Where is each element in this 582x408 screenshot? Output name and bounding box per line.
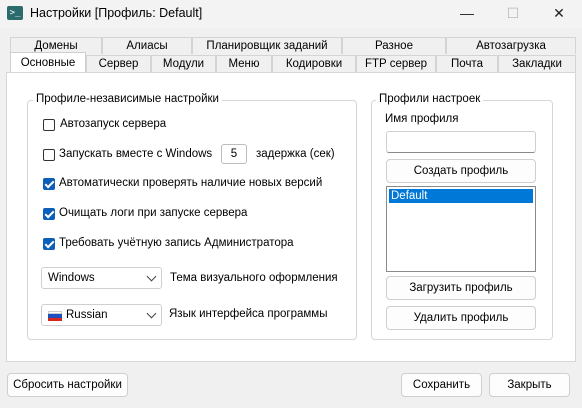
tab-modules[interactable]: Модули [151, 55, 216, 72]
minimize-button[interactable]: — [444, 0, 490, 28]
autostart-label: Автозапуск сервера [60, 118, 167, 130]
profile-name-input[interactable] [386, 131, 536, 153]
language-select[interactable]: Russian [41, 304, 162, 326]
tab-misc[interactable]: Разное [342, 37, 446, 54]
delay-input[interactable]: 5 [221, 144, 247, 164]
require-admin-label: Требовать учётную запись Администратора [59, 237, 294, 249]
tab-menu[interactable]: Меню [216, 55, 272, 72]
delete-profile-button[interactable]: Удалить профиль [386, 306, 536, 330]
start-with-windows-label: Запускать вместе с Windows [59, 148, 213, 160]
title-bar: >_ Настройки [Профиль: Default] — ☐ ✕ [0, 0, 582, 28]
theme-label: Тема визуального оформления [170, 272, 338, 284]
check-updates-checkbox[interactable] [43, 178, 55, 190]
tab-bookmarks[interactable]: Закладки [498, 55, 576, 72]
list-item[interactable]: Default [389, 189, 533, 203]
profile-name-label: Имя профиля [385, 113, 459, 125]
tab-aliases[interactable]: Алиасы [102, 37, 192, 54]
chevron-down-icon [146, 308, 157, 319]
start-with-windows-checkbox[interactable] [43, 149, 55, 161]
profiles-list[interactable]: Default [386, 186, 536, 272]
close-button[interactable]: Закрыть [489, 373, 570, 397]
clear-logs-checkbox[interactable] [43, 208, 55, 220]
close-window-button[interactable]: ✕ [536, 0, 582, 28]
language-label: Язык интерфейса программы [169, 308, 328, 320]
require-admin-checkbox[interactable] [43, 238, 55, 250]
chevron-down-icon [146, 271, 157, 282]
clear-logs-label: Очищать логи при запуске сервера [59, 207, 248, 219]
app-icon: >_ [7, 6, 23, 20]
delay-label: задержка (сек) [256, 148, 335, 160]
theme-select-value: Windows [48, 272, 95, 284]
tab-autoload[interactable]: Автозагрузка [446, 37, 576, 54]
check-updates-label: Автоматически проверять наличие новых ве… [59, 177, 323, 189]
general-settings-group-title: Профиле-независимые настройки [33, 93, 222, 105]
tab-encodings[interactable]: Кодировки [272, 55, 356, 72]
window-title: Настройки [Профиль: Default] [30, 6, 203, 20]
theme-select[interactable]: Windows [41, 267, 162, 289]
russia-flag-icon [48, 311, 62, 321]
reset-settings-button[interactable]: Сбросить настройки [7, 373, 128, 397]
tab-mail[interactable]: Почта [436, 55, 498, 72]
autostart-checkbox[interactable] [43, 119, 55, 131]
tab-general[interactable]: Основные [10, 52, 86, 72]
save-button[interactable]: Сохранить [401, 373, 482, 397]
load-profile-button[interactable]: Загрузить профиль [386, 276, 536, 300]
tab-scheduler[interactable]: Планировщик заданий [192, 37, 342, 54]
create-profile-button[interactable]: Создать профиль [386, 159, 536, 183]
language-select-value: Russian [66, 309, 108, 321]
tab-server[interactable]: Сервер [86, 55, 151, 72]
tab-ftp-server[interactable]: FTP сервер [356, 55, 436, 72]
profiles-group-title: Профили настроек [376, 93, 484, 105]
maximize-button[interactable]: ☐ [490, 0, 536, 28]
